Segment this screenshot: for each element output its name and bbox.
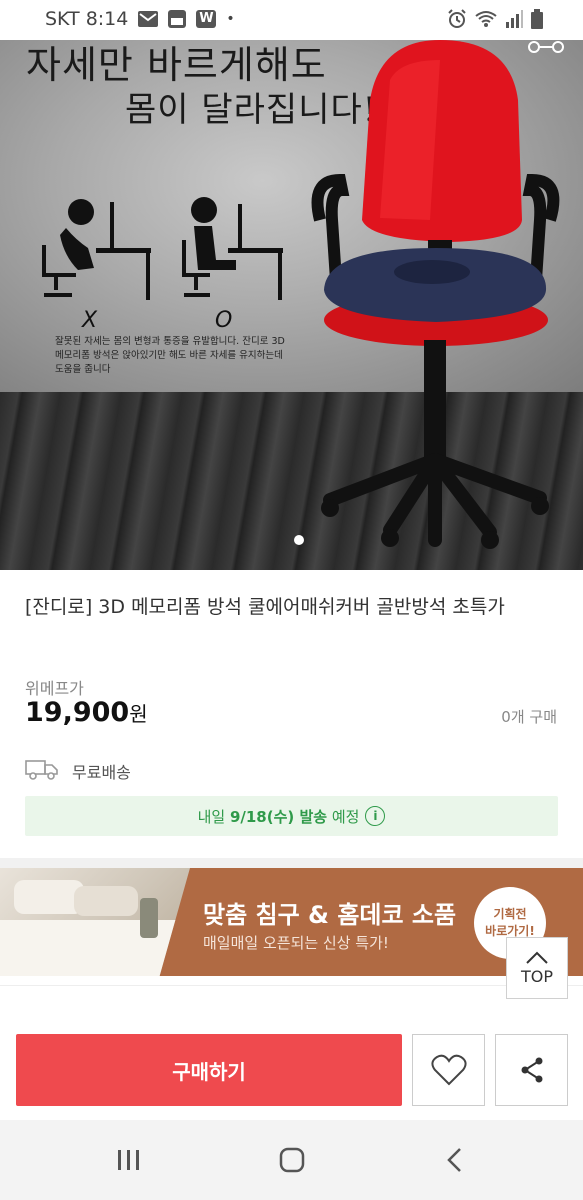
alarm-icon bbox=[448, 9, 466, 28]
bad-posture-pictogram bbox=[42, 199, 151, 300]
truck-icon bbox=[25, 760, 58, 780]
section-divider bbox=[0, 858, 583, 868]
price-label: 위메프가 bbox=[25, 679, 84, 698]
wifi-icon bbox=[475, 11, 497, 27]
chevron-up-icon bbox=[526, 951, 548, 964]
price: 19,900원 bbox=[25, 697, 148, 728]
status-left: SKT 8:14 W • bbox=[45, 8, 235, 30]
price-value: 19,900 bbox=[25, 697, 130, 728]
sold-count: 0개 구매 bbox=[501, 708, 557, 726]
w-app-icon: W bbox=[196, 10, 217, 28]
price-unit: 원 bbox=[129, 702, 148, 726]
hero-caption: 잘못된 자세는 몸의 변형과 통증을 유발합니다. 잔디로 3D 메모리폼 방석… bbox=[55, 336, 285, 375]
share-icon bbox=[521, 1057, 542, 1083]
banner-bedding-image bbox=[0, 868, 190, 976]
delivery-suffix: 예정 bbox=[327, 807, 360, 826]
carousel-indicator[interactable] bbox=[294, 535, 304, 545]
wrong-mark: X bbox=[82, 308, 98, 333]
mail-icon bbox=[138, 11, 159, 27]
status-bar: SKT 8:14 W • bbox=[0, 0, 583, 40]
share-button[interactable] bbox=[495, 1034, 568, 1106]
signal-icon bbox=[506, 10, 523, 28]
empty-section bbox=[0, 985, 583, 1016]
delivery-date: 9/18(수) 발송 bbox=[229, 807, 328, 826]
chair-image bbox=[311, 40, 560, 549]
scroll-top-button[interactable]: TOP bbox=[506, 937, 568, 999]
carrier-time: SKT 8:14 bbox=[45, 8, 129, 30]
app-icon bbox=[168, 10, 187, 28]
product-image-carousel[interactable]: 자세만 바르게해도 몸이 달라집니다!! X O 잘못된 자세는 몸의 변형과 … bbox=[0, 40, 583, 570]
promo-banner[interactable]: 맞춤 침구 & 홈데코 소품 매일매일 오픈되는 신상 특가! 기획전 바로가기… bbox=[0, 868, 583, 976]
home-icon[interactable] bbox=[278, 1146, 306, 1174]
status-right bbox=[447, 9, 543, 29]
delivery-estimate-box[interactable]: 내일 9/18(수) 발송 예정 i bbox=[25, 796, 558, 836]
top-label: TOP bbox=[520, 966, 553, 986]
wishlist-button[interactable] bbox=[412, 1034, 485, 1106]
recent-apps-icon[interactable] bbox=[116, 1148, 142, 1172]
info-icon[interactable]: i bbox=[365, 806, 386, 826]
delivery-prefix: 내일 bbox=[197, 807, 230, 826]
back-icon[interactable] bbox=[444, 1146, 464, 1174]
heart-icon bbox=[430, 1054, 467, 1086]
badge-line-1: 기획전 bbox=[493, 907, 527, 921]
system-nav-bar bbox=[0, 1120, 583, 1200]
right-mark: O bbox=[215, 308, 233, 333]
banner-title: 맞춤 침구 & 홈데코 소품 bbox=[203, 901, 457, 929]
delivery-estimate: 내일 9/18(수) 발송 예정 i bbox=[25, 796, 558, 836]
buy-button[interactable]: 구매하기 bbox=[16, 1034, 402, 1106]
banner-subtitle: 매일매일 오픈되는 신상 특가! bbox=[203, 934, 389, 952]
shipping-label: 무료배송 bbox=[72, 763, 131, 782]
scale-icon bbox=[528, 41, 564, 53]
product-title: [잔디로] 3D 메모리폼 방석 쿨에어매쉬커버 골반방석 초특가 bbox=[25, 596, 505, 618]
battery-icon bbox=[531, 9, 543, 29]
dot-icon: • bbox=[226, 11, 235, 27]
good-posture-pictogram bbox=[182, 197, 283, 300]
